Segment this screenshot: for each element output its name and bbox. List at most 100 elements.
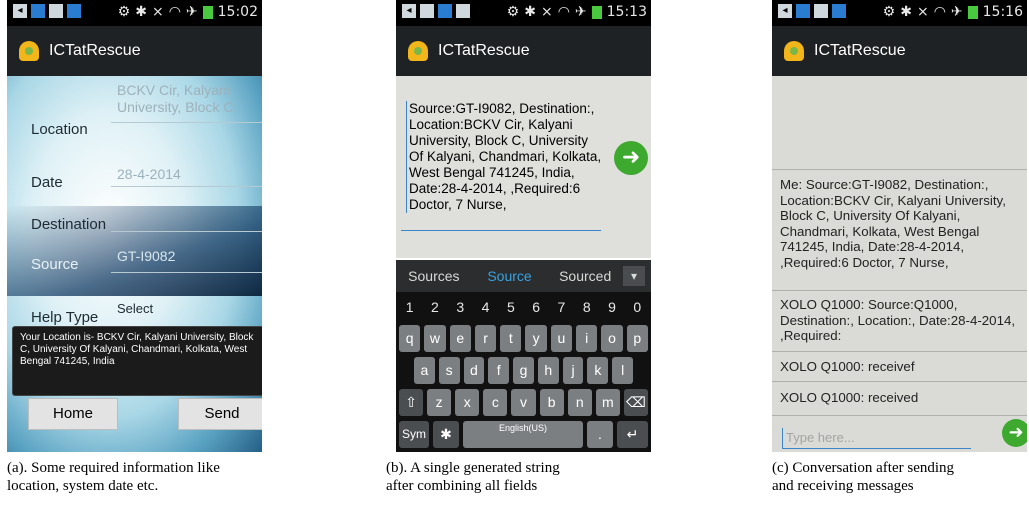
caption-c: (c) Conversation after sending and recei… — [772, 460, 955, 494]
suggestion-item[interactable]: Sourced — [547, 268, 623, 284]
key-h[interactable]: h — [537, 357, 559, 384]
key-8[interactable]: 8 — [576, 294, 597, 321]
key-o[interactable]: o — [601, 325, 623, 352]
compose-area: Source:GT-I9082, Destination:, Location:… — [396, 76, 651, 258]
mute-icon: ⨯ — [151, 4, 164, 20]
suggestion-bar: Sources Source Sourced ▾ — [396, 260, 651, 292]
keyboard: 1234567890 qwertyuiop asdfghjkl ⇧ z x c v b n m… — [396, 292, 651, 452]
key-m[interactable]: m — [595, 389, 620, 416]
send-button[interactable]: Send — [178, 398, 262, 430]
key-z[interactable]: z — [427, 389, 452, 416]
key-1[interactable]: 1 — [399, 294, 420, 321]
source-label: Source — [31, 256, 79, 273]
chevron-down-icon[interactable]: ▾ — [623, 266, 646, 286]
message-input[interactable]: Type here... — [782, 428, 971, 449]
message-item: XOLO Q1000: receivef — [780, 359, 915, 374]
battery-icon — [591, 5, 602, 19]
helptype-spinner[interactable]: Select — [117, 300, 262, 317]
key-n[interactable]: n — [567, 389, 592, 416]
screenshot-icon — [456, 4, 470, 18]
phone-screen-c: ◂ ⚙ ✱ ⨯ ◠ ✈ 15:16 ICTatRescue Me: Source… — [772, 0, 1027, 452]
back-icon: ◂ — [402, 4, 416, 18]
keyboard-icon — [420, 4, 434, 18]
caption-b: (b). A single generated string after com… — [386, 460, 560, 494]
notification-icon — [31, 4, 45, 18]
notification-icon — [796, 4, 810, 18]
key-t[interactable]: t — [500, 325, 522, 352]
screenshot-icon — [49, 4, 63, 18]
send-arrow-icon[interactable]: ➜ — [1002, 419, 1027, 447]
wifi-icon: ◠ — [168, 4, 181, 20]
message-input[interactable]: Source:GT-I9082, Destination:, Location:… — [406, 101, 604, 213]
key-e[interactable]: e — [449, 325, 471, 352]
key-f[interactable]: f — [488, 357, 510, 384]
key-6[interactable]: 6 — [525, 294, 546, 321]
status-bar: ◂ ⚙ ✱ ⨯ ◠ ✈ 15:02 — [7, 0, 262, 26]
suggestion-item[interactable]: Source — [472, 268, 548, 284]
key-9[interactable]: 9 — [601, 294, 622, 321]
key-3[interactable]: 3 — [450, 294, 471, 321]
suggestion-item[interactable]: Sources — [396, 268, 472, 284]
helptype-label: Help Type — [31, 309, 99, 326]
key-a[interactable]: a — [414, 357, 435, 384]
clock: 15:02 — [217, 4, 258, 20]
message-item: XOLO Q1000: Source:Q1000, Destination:, … — [780, 297, 1016, 343]
date-field[interactable]: 28-4-2014 — [117, 166, 262, 183]
app-title: ICTatRescue — [49, 42, 141, 59]
mute-icon: ⨯ — [916, 4, 929, 20]
app-logo-icon — [19, 41, 39, 61]
message-item: Me: Source:GT-I9082, Destination:, Locat… — [780, 177, 1006, 270]
notification-icon — [438, 4, 452, 18]
key-l[interactable]: l — [612, 357, 634, 384]
key-4[interactable]: 4 — [475, 294, 496, 321]
key-b[interactable]: b — [539, 389, 564, 416]
shift-icon[interactable]: ⇧ — [399, 389, 424, 416]
source-field[interactable]: GT-I9082 — [117, 248, 262, 265]
key-k[interactable]: k — [587, 357, 609, 384]
sync-icon — [832, 4, 846, 18]
home-button[interactable]: Home — [28, 398, 118, 430]
status-bar: ◂ ⚙ ✱ ⨯ ◠ ✈ 15:16 — [772, 0, 1027, 26]
key-j[interactable]: j — [562, 357, 584, 384]
key-s[interactable]: s — [438, 357, 460, 384]
backspace-icon[interactable]: ⌫ — [623, 389, 648, 416]
key-q[interactable]: q — [399, 325, 421, 352]
back-icon: ◂ — [778, 4, 792, 18]
dot-key[interactable]: . — [587, 421, 613, 448]
app-title: ICTatRescue — [814, 42, 906, 59]
space-key[interactable]: English(US) — [463, 421, 583, 448]
key-r[interactable]: r — [474, 325, 497, 352]
phone-screen-b: ◂ ⚙ ✱ ⨯ ◠ ✈ 15:13 ICTatRescue Source:GT-… — [396, 0, 651, 452]
battery-icon — [202, 5, 213, 19]
nfc-icon: ⚙ — [506, 4, 520, 20]
airplane-icon: ✈ — [574, 4, 587, 20]
key-v[interactable]: v — [511, 389, 536, 416]
key-7[interactable]: 7 — [551, 294, 572, 321]
key-c[interactable]: c — [483, 389, 508, 416]
key-5[interactable]: 5 — [500, 294, 521, 321]
send-arrow-icon[interactable]: ➜ — [614, 141, 648, 175]
conversation-area: Me: Source:GT-I9082, Destination:, Locat… — [772, 76, 1027, 452]
clock: 15:13 — [606, 4, 647, 20]
key-u[interactable]: u — [550, 325, 573, 352]
location-field[interactable]: BCKV Cir, Kalyani University, Block C, — [117, 82, 262, 116]
airplane-icon: ✈ — [950, 4, 963, 20]
key-d[interactable]: d — [463, 357, 485, 384]
key-x[interactable]: x — [455, 389, 480, 416]
sym-key[interactable]: Sym — [399, 421, 429, 448]
bluetooth-icon: ✱ — [900, 4, 912, 20]
location-toast: Your Location is- BCKV Cir, Kalyani Univ… — [12, 326, 262, 396]
key-y[interactable]: y — [525, 325, 547, 352]
key-i[interactable]: i — [576, 325, 598, 352]
bluetooth-icon: ✱ — [135, 4, 147, 20]
bluetooth-icon: ✱ — [524, 4, 536, 20]
key-0[interactable]: 0 — [627, 294, 648, 321]
key-w[interactable]: w — [424, 325, 446, 352]
key-g[interactable]: g — [513, 357, 534, 384]
settings-icon[interactable]: ✱ — [433, 421, 459, 448]
location-label: Location — [31, 121, 88, 138]
key-2[interactable]: 2 — [424, 294, 445, 321]
message-item: XOLO Q1000: received — [780, 390, 919, 405]
key-p[interactable]: p — [626, 325, 648, 352]
enter-icon[interactable]: ↵ — [617, 421, 648, 448]
